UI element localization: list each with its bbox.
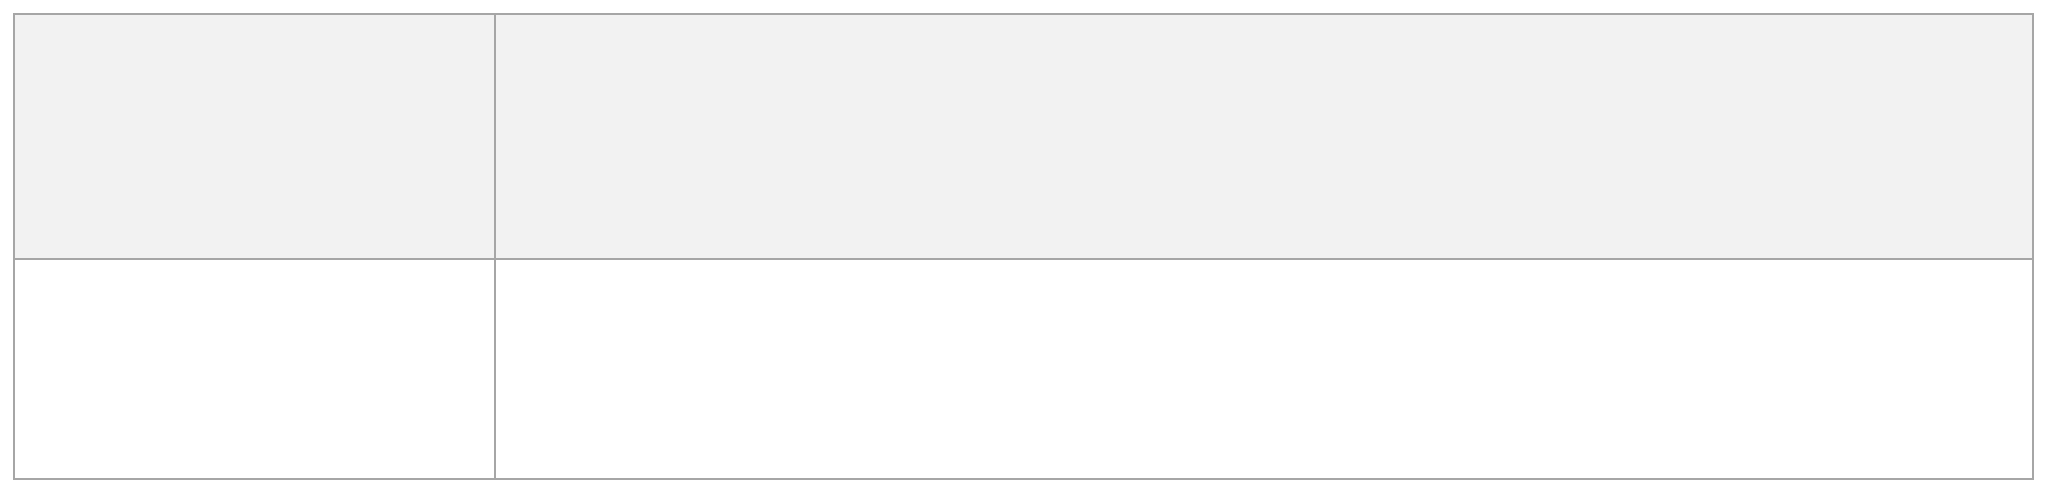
table-cell-1 <box>13 258 496 480</box>
header-cell-1 <box>13 13 496 260</box>
table-row <box>13 258 2034 480</box>
empty-table <box>13 13 2034 480</box>
header-cell-2 <box>494 13 2034 260</box>
table-cell-2 <box>494 258 2034 480</box>
table-header-row <box>13 13 2034 260</box>
